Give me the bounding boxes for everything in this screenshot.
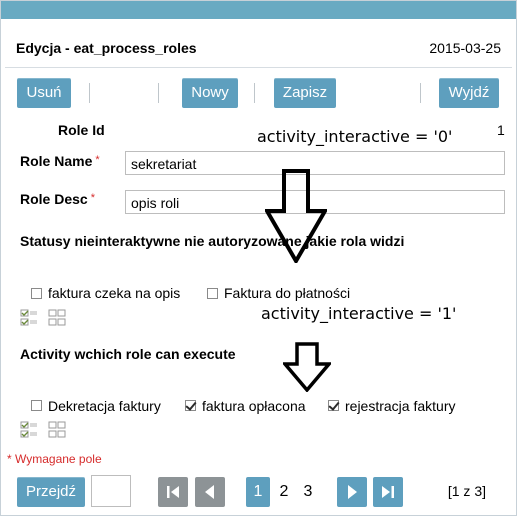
- header-divider: [5, 67, 512, 68]
- checkbox-faktura-do-platnosci[interactable]: [207, 288, 218, 299]
- section-noninteractive-title: Statusy nieinteraktywne nie autoryzowane…: [20, 233, 405, 249]
- toolbar-separator: [254, 83, 255, 103]
- checkbox-label: faktura czeka na opis: [48, 285, 181, 301]
- uncheck-all-icon[interactable]: [48, 309, 66, 327]
- first-page-button[interactable]: [158, 477, 188, 507]
- new-button[interactable]: Nowy: [182, 78, 238, 108]
- role-desc-label: Role Desc *: [20, 191, 95, 207]
- toolbar-separator: [158, 83, 159, 103]
- last-page-button[interactable]: [373, 477, 403, 507]
- goto-button[interactable]: Przejdź: [17, 477, 85, 507]
- required-note: * Wymagane pole: [7, 452, 102, 466]
- prev-page-icon: [205, 485, 214, 499]
- down-arrow-icon: [283, 342, 331, 392]
- checkbox-label: Faktura do płatności: [224, 285, 351, 301]
- window-top-bar: [1, 1, 516, 19]
- exit-button[interactable]: Wyjdź: [439, 78, 499, 108]
- required-mark: *: [90, 192, 95, 204]
- header-date: 2015-03-25: [429, 40, 501, 56]
- goto-page-input[interactable]: [91, 475, 131, 507]
- checkbox-rejestracja-faktury[interactable]: [328, 400, 339, 411]
- checkbox-label: faktura opłacona: [202, 398, 306, 414]
- last-page-icon: [382, 486, 394, 498]
- delete-button[interactable]: Usuń: [17, 78, 71, 108]
- page-info: [1 z 3]: [447, 483, 486, 499]
- checkbox-label: Dekretacja faktury: [48, 398, 161, 414]
- uncheck-all-icon[interactable]: [48, 421, 66, 439]
- role-id-label: Role Id: [58, 122, 105, 138]
- edit-window: Edycja - eat_process_roles 2015-03-25 Us…: [0, 0, 517, 516]
- page-1[interactable]: 1: [246, 477, 270, 507]
- required-mark: *: [95, 154, 100, 166]
- checkbox-dekretacja-faktury[interactable]: [31, 400, 42, 411]
- check-all-icon[interactable]: [20, 309, 38, 327]
- checkbox-faktura-oplacona[interactable]: [185, 400, 196, 411]
- checkbox-label: rejestracja faktury: [345, 398, 456, 414]
- page-title: Edycja - eat_process_roles: [16, 40, 197, 56]
- role-name-label: Role Name *: [20, 153, 100, 169]
- check-all-icon[interactable]: [20, 421, 38, 439]
- prev-page-button[interactable]: [195, 477, 225, 507]
- section-activity-title: Activity wchich role can execute: [20, 346, 236, 362]
- annotation-top: activity_interactive = '0': [257, 127, 453, 146]
- save-button[interactable]: Zapisz: [274, 78, 336, 108]
- toolbar-separator: [89, 83, 90, 103]
- page-2[interactable]: 2: [277, 477, 291, 507]
- checkbox-faktura-czeka-na-opis[interactable]: [31, 288, 42, 299]
- next-page-button[interactable]: [337, 477, 367, 507]
- toolbar-separator: [420, 83, 421, 103]
- role-id-value: 1: [497, 122, 505, 138]
- next-page-icon: [348, 485, 357, 499]
- down-arrow-icon: [265, 169, 327, 263]
- first-page-icon: [167, 486, 179, 498]
- page-3[interactable]: 3: [301, 477, 315, 507]
- annotation-bottom: activity_interactive = '1': [261, 304, 457, 323]
